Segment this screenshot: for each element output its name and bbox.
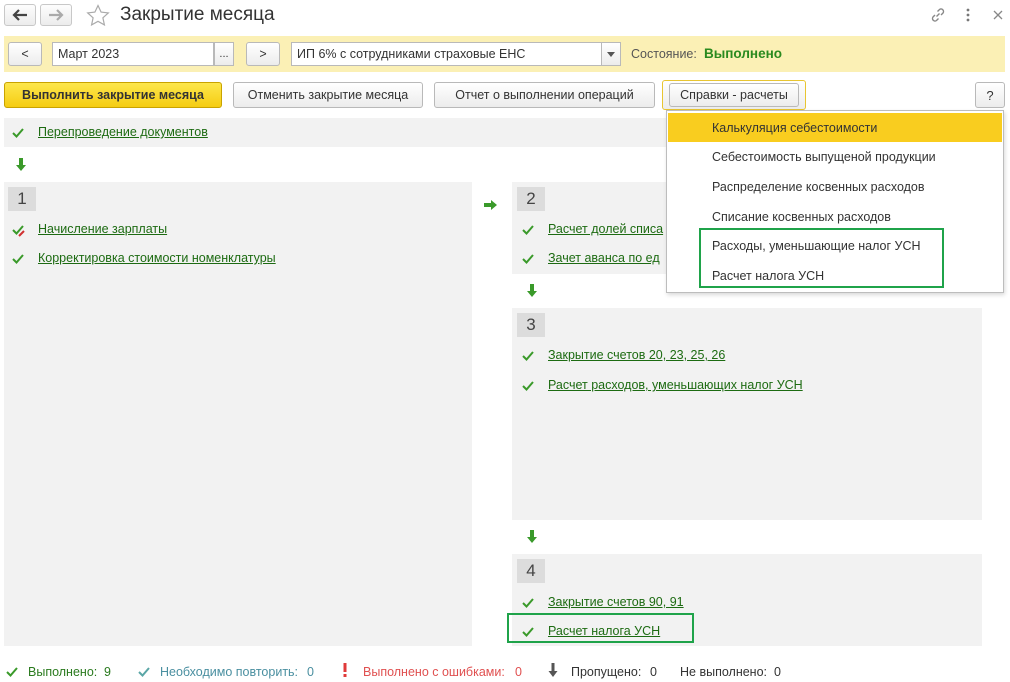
done-count: 9: [104, 665, 111, 679]
error-icon: [343, 663, 347, 677]
close-button[interactable]: [988, 5, 1008, 25]
reports-calculations-label: Справки - расчеты: [669, 83, 799, 107]
operations-report-button[interactable]: Отчет о выполнении операций: [434, 82, 655, 108]
status-value: Выполнено: [704, 46, 782, 61]
reports-calculations-button[interactable]: Справки - расчеты: [662, 80, 806, 110]
month-field[interactable]: Март 2023: [52, 42, 214, 66]
skipped-arrow-icon: [548, 663, 558, 677]
arrow-right-icon: [484, 200, 497, 210]
page-title: Закрытие месяца: [120, 4, 275, 25]
close-icon: [993, 10, 1003, 20]
operation-link[interactable]: Корректировка стоимости номенклатуры: [38, 251, 276, 265]
highlight-box: [699, 228, 944, 288]
link-button[interactable]: [928, 5, 948, 25]
operation-link[interactable]: Расчет расходов, уменьшающих налог УСН: [548, 378, 803, 392]
menu-item-indirect-writeoff[interactable]: Списание косвенных расходов: [668, 202, 1002, 231]
chevron-down-icon: [607, 51, 615, 57]
menu-item-cost-calculation[interactable]: Калькуляция себестоимости: [668, 113, 1002, 142]
check-icon: [12, 128, 24, 138]
back-arrow-icon: [12, 9, 27, 21]
check-icon: [12, 254, 24, 264]
operation-link[interactable]: Зачет аванса по ед: [548, 251, 660, 265]
errors-count: 0: [515, 665, 522, 679]
check-icon: [6, 667, 18, 677]
forward-arrow-icon: [49, 9, 64, 21]
operation-link[interactable]: Начисление зарплаты: [38, 222, 167, 236]
check-icon: [522, 351, 534, 361]
next-period-button[interactable]: >: [246, 42, 280, 66]
cancel-closing-button[interactable]: Отменить закрытие месяца: [233, 82, 423, 108]
check-icon: [522, 254, 534, 264]
favorite-star-button[interactable]: [86, 4, 110, 29]
arrow-down-icon: [527, 284, 537, 297]
star-icon: [86, 4, 110, 27]
reposting-documents-link[interactable]: Перепроведение документов: [38, 125, 208, 139]
menu-item-product-cost[interactable]: Себестоимость выпущеной продукции: [668, 142, 1002, 171]
done-label: Выполнено:: [28, 665, 98, 679]
check-icon: [522, 598, 534, 608]
skipped-count: 0: [650, 665, 657, 679]
more-icon: [966, 8, 970, 22]
organization-field[interactable]: ИП 6% с сотрудниками страховые ЕНС: [291, 42, 602, 66]
run-closing-button[interactable]: Выполнить закрытие месяца: [4, 82, 222, 108]
menu-item-indirect-distribution[interactable]: Распределение косвенных расходов: [668, 172, 1002, 201]
notdone-label: Не выполнено:: [680, 665, 767, 679]
section-number: 4: [517, 559, 545, 583]
check-icon: [522, 381, 534, 391]
status-label: Состояние:: [631, 47, 697, 61]
section-3: [512, 308, 982, 520]
choose-period-button[interactable]: ...: [214, 42, 234, 66]
errors-label: Выполнено с ошибками:: [363, 665, 505, 679]
operation-link[interactable]: Закрытие счетов 90, 91: [548, 595, 684, 609]
arrow-down-icon: [16, 158, 26, 171]
skipped-label: Пропущено:: [571, 665, 642, 679]
section-number: 2: [517, 187, 545, 211]
notdone-count: 0: [774, 665, 781, 679]
operation-link[interactable]: Расчет долей списа: [548, 222, 663, 236]
check-edited-icon: [12, 225, 25, 237]
check-icon: [522, 225, 534, 235]
more-button[interactable]: [958, 5, 978, 25]
back-button[interactable]: [4, 4, 36, 26]
organization-dropdown-button[interactable]: [601, 42, 621, 66]
prev-period-button[interactable]: <: [8, 42, 42, 66]
repeat-count: 0: [307, 665, 314, 679]
highlight-box: [507, 613, 694, 643]
section-number: 3: [517, 313, 545, 337]
repeat-check-icon: [138, 667, 150, 677]
section-number: 1: [8, 187, 36, 211]
help-button[interactable]: ?: [975, 82, 1005, 108]
operation-link[interactable]: Закрытие счетов 20, 23, 25, 26: [548, 348, 725, 362]
arrow-down-icon: [527, 530, 537, 543]
link-icon: [931, 8, 945, 22]
repeat-label: Необходимо повторить:: [160, 665, 299, 679]
forward-button[interactable]: [40, 4, 72, 26]
